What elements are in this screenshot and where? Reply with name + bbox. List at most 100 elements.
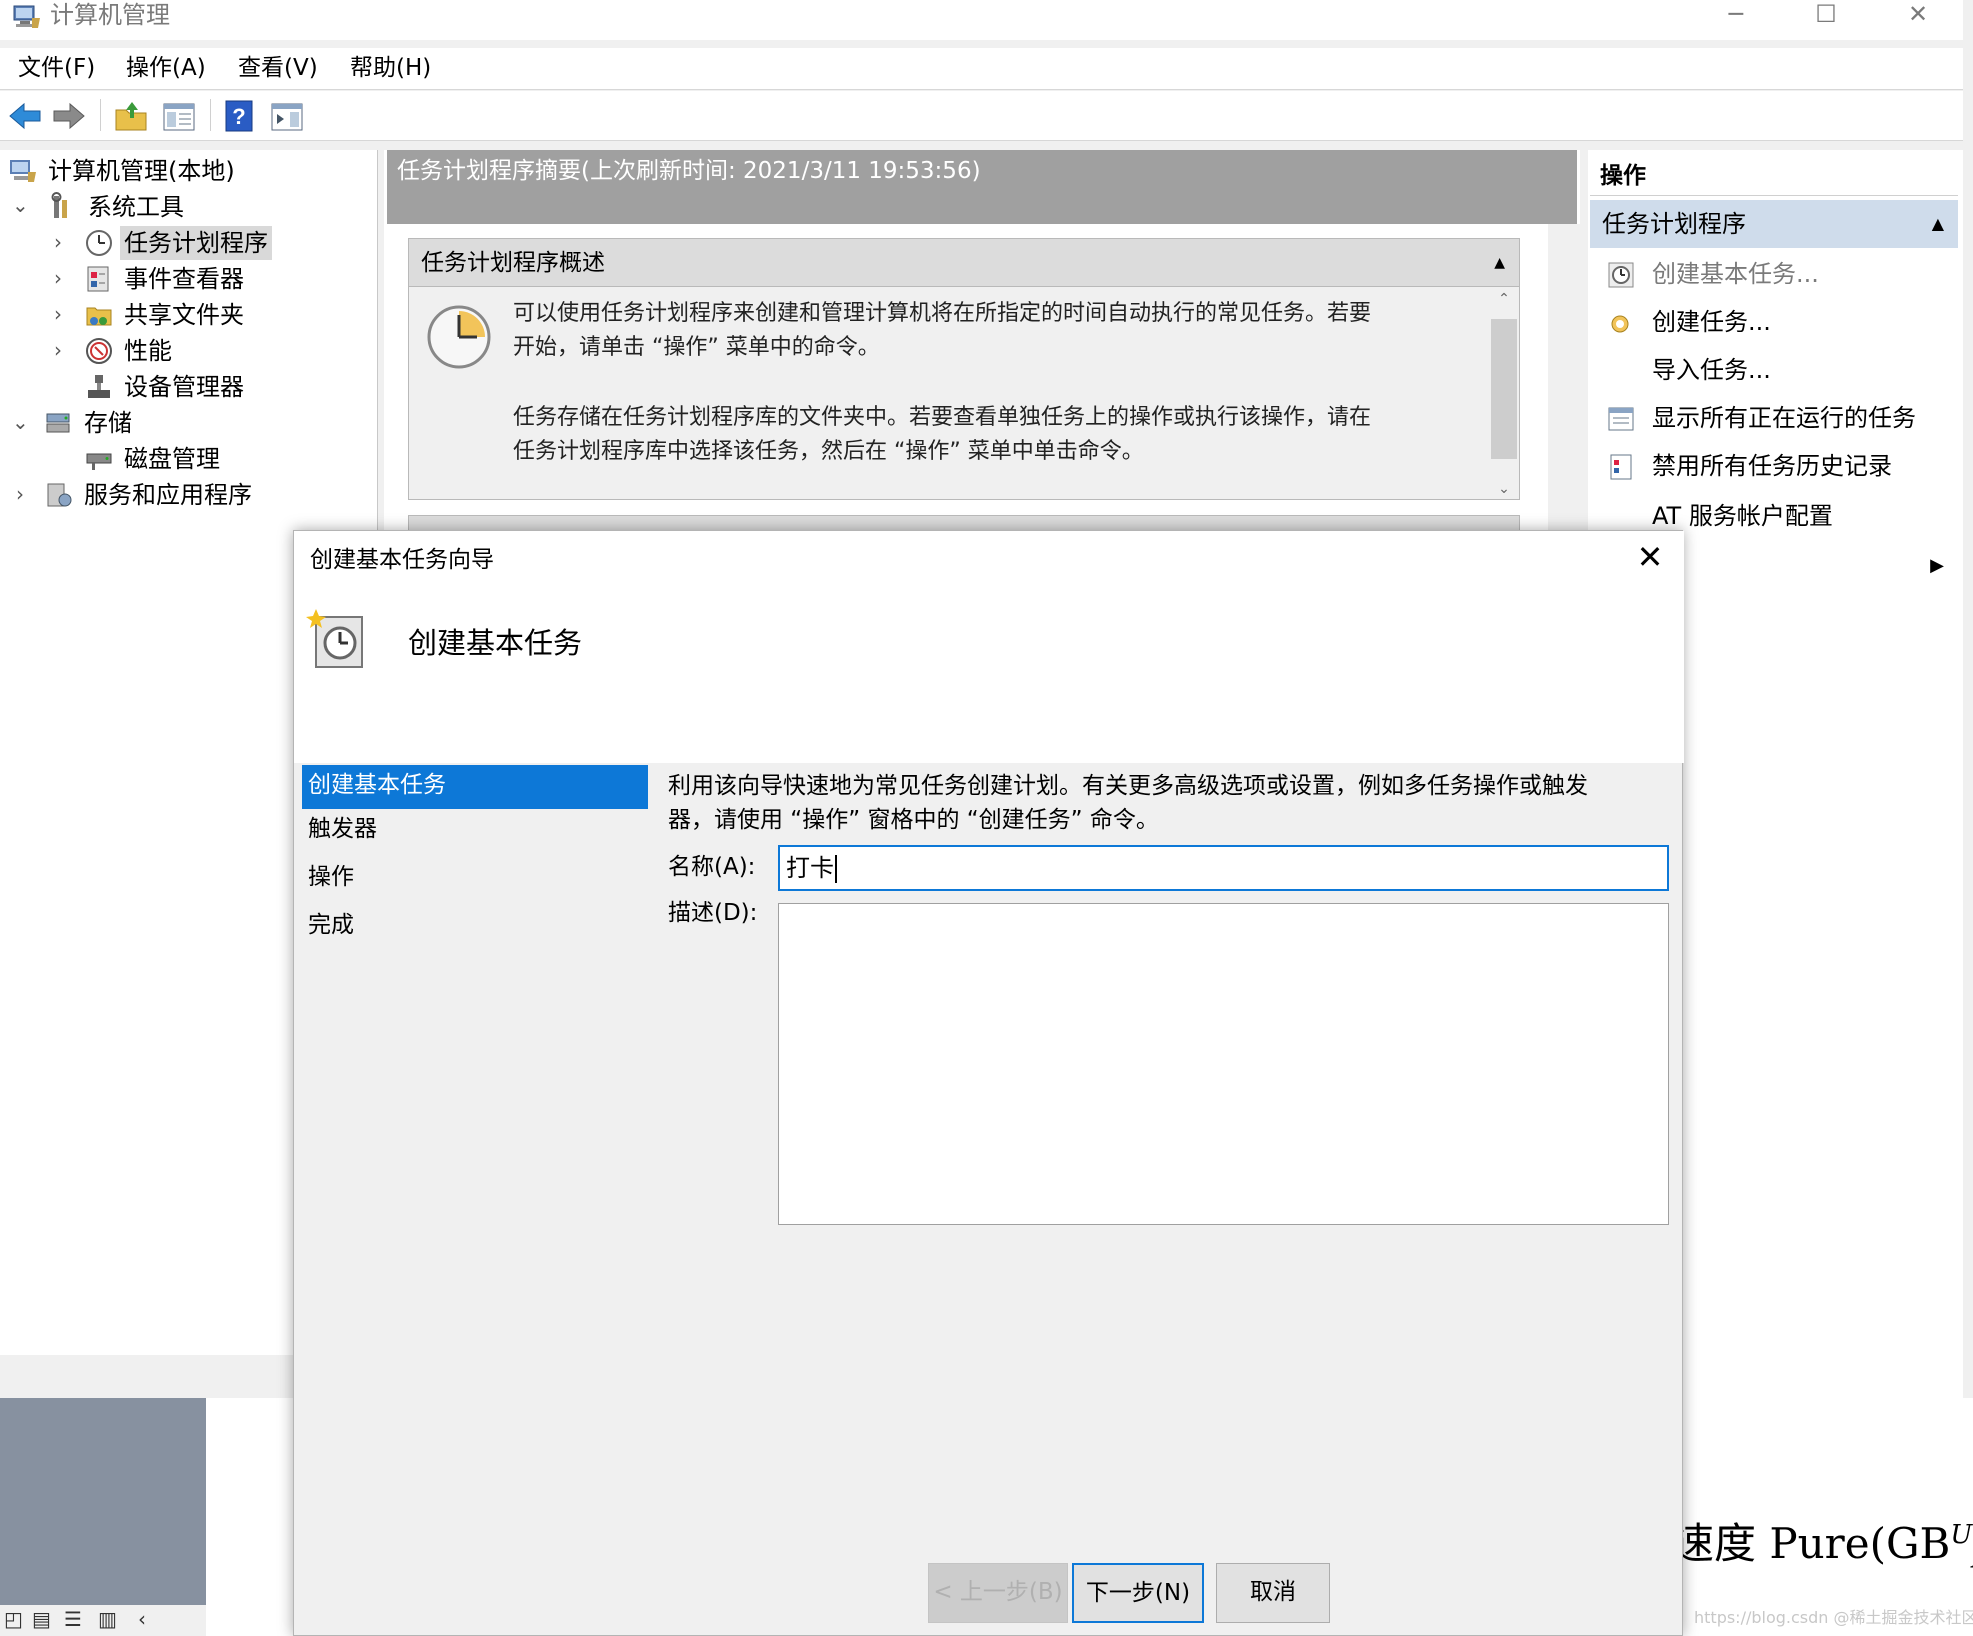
wizard-description-line: 利用该向导快速地为常见任务创建计划。有关更多高级选项或设置，例如多任务操作或触发 bbox=[668, 773, 1588, 799]
overview-section-header[interactable]: 任务计划程序概述 ▲ bbox=[409, 239, 1519, 287]
action-create-task[interactable]: 创建任务... bbox=[1594, 298, 1952, 346]
text-cursor bbox=[835, 855, 837, 883]
maximize-button[interactable]: ☐ bbox=[1780, 0, 1872, 32]
name-label: 名称(A): bbox=[668, 854, 756, 880]
create-task-icon bbox=[1611, 315, 1629, 333]
menu-file[interactable]: 文件(F) bbox=[18, 48, 95, 88]
background-view-icons: ◰ ▤ ☰ ▥ ‹ bbox=[0, 1605, 206, 1636]
tree-item-label: 计算机管理(本地) bbox=[48, 157, 235, 185]
tree-item-label: 存储 bbox=[84, 409, 132, 437]
disk-management-icon bbox=[86, 453, 112, 470]
back-button[interactable]: < 上一步(B) bbox=[928, 1563, 1068, 1623]
view-icon[interactable]: ☰ bbox=[64, 1607, 82, 1631]
overview-scrollbar[interactable]: ⌃ ⌄ bbox=[1489, 289, 1519, 499]
formula-text: 速度 Pure(GB bbox=[1672, 1519, 1951, 1568]
overview-text-line: 可以使用任务计划程序来创建和管理计算机将在所指定的时间自动执行的常见任务。若要 bbox=[513, 301, 1372, 326]
wizard-description-line: 器，请使用 “操作” 窗格中的 “创建任务” 命令。 bbox=[668, 807, 1159, 833]
summary-header: 任务计划程序摘要(上次刷新时间: 2021/3/11 19:53:56) bbox=[387, 150, 1577, 224]
computer-management-icon bbox=[13, 5, 40, 28]
title-bar: 计算机管理 ─ ☐ ✕ bbox=[0, 0, 1963, 40]
show-hide-tree-icon[interactable] bbox=[160, 98, 198, 134]
up-folder-icon[interactable] bbox=[112, 98, 150, 134]
description-input[interactable] bbox=[778, 903, 1669, 1225]
menu-view[interactable]: 查看(V) bbox=[238, 48, 318, 88]
expand-chevron-icon[interactable]: › bbox=[54, 297, 62, 331]
wizard-header: 创建基本任务向导 ✕ 创建基本任务 bbox=[294, 531, 1684, 763]
name-input[interactable]: 打卡 bbox=[778, 845, 1669, 891]
wizard-step-action[interactable]: 操作 bbox=[302, 857, 648, 901]
view-icon[interactable]: ▤ bbox=[32, 1607, 51, 1631]
forward-arrow-icon[interactable] bbox=[50, 98, 88, 134]
menu-action[interactable]: 操作(A) bbox=[126, 48, 206, 88]
running-tasks-icon bbox=[1608, 407, 1634, 431]
collapse-chevron-icon[interactable]: ⌄ bbox=[12, 405, 29, 439]
cancel-button[interactable]: 取消 bbox=[1216, 1563, 1330, 1623]
help-icon[interactable]: ? bbox=[220, 98, 258, 134]
show-hide-action-pane-icon[interactable] bbox=[268, 98, 306, 134]
tree-item-label: 任务计划程序 bbox=[120, 226, 272, 260]
overview-section: 任务计划程序概述 ▲ 可以使用任务计划程序来创建和管理计算机将在所指定的时间自动… bbox=[408, 238, 1520, 500]
view-icon[interactable]: ▥ bbox=[98, 1607, 117, 1631]
expand-chevron-icon[interactable]: › bbox=[54, 261, 62, 295]
overview-title: 任务计划程序概述 bbox=[421, 250, 605, 276]
tree-item-label: 系统工具 bbox=[88, 193, 184, 221]
window-title: 计算机管理 bbox=[50, 1, 170, 29]
wizard-heading: 创建基本任务 bbox=[408, 626, 583, 660]
tree-item-label: 磁盘管理 bbox=[124, 445, 220, 473]
wizard-title: 创建基本任务向导 bbox=[310, 547, 494, 573]
shared-folder-icon bbox=[86, 307, 112, 326]
wizard-step-trigger[interactable]: 触发器 bbox=[302, 809, 648, 853]
action-label: 禁用所有任务历史记录 bbox=[1652, 452, 1892, 480]
next-button[interactable]: 下一步(N) > bbox=[1072, 1563, 1204, 1623]
action-group-task-scheduler[interactable]: 任务计划程序 ▲ bbox=[1590, 200, 1958, 248]
description-label: 描述(D): bbox=[668, 900, 758, 926]
actions-title: 操作 bbox=[1590, 154, 1958, 196]
background-formula: 速度 Pure(GBUAT) bbox=[1672, 1510, 1973, 1574]
expand-chevron-icon[interactable]: › bbox=[54, 225, 62, 259]
wizard-step-create-basic-task[interactable]: 创建基本任务 bbox=[302, 765, 648, 809]
minimize-button[interactable]: ─ bbox=[1690, 0, 1782, 32]
scroll-up-icon[interactable]: ⌃ bbox=[1489, 291, 1519, 307]
action-show-running-tasks[interactable]: 显示所有正在运行的任务 bbox=[1594, 394, 1952, 442]
system-tools-icon bbox=[51, 192, 67, 218]
action-label: 显示所有正在运行的任务 bbox=[1652, 404, 1916, 432]
action-create-basic-task[interactable]: 创建基本任务... bbox=[1594, 250, 1952, 298]
collapse-triangle-icon[interactable]: ▲ bbox=[1932, 200, 1944, 248]
clock-icon bbox=[86, 230, 112, 256]
action-group-label: 任务计划程序 bbox=[1602, 210, 1746, 238]
scroll-down-icon[interactable]: ⌄ bbox=[1489, 481, 1519, 497]
wizard-step-finish[interactable]: 完成 bbox=[302, 905, 648, 949]
background-panel bbox=[0, 1398, 206, 1606]
formula-superscript: U bbox=[1950, 1520, 1973, 1550]
overview-text-line: 开始，请单击 “操作” 菜单中的命令。 bbox=[513, 335, 880, 360]
action-disable-history[interactable]: 禁用所有任务历史记录 bbox=[1594, 442, 1952, 490]
tree-item-label: 共享文件夹 bbox=[124, 301, 244, 329]
menu-bar: 文件(F) 操作(A) 查看(V) 帮助(H) bbox=[0, 48, 1963, 90]
close-button[interactable]: ✕ bbox=[1872, 0, 1964, 32]
toolbar-separator bbox=[210, 99, 211, 131]
clock-icon bbox=[427, 305, 491, 369]
watermark: https://blog.csdn @稀土掘金技术社区 bbox=[1694, 1608, 1973, 1627]
tree-item-label: 服务和应用程序 bbox=[84, 481, 252, 509]
computer-management-icon bbox=[10, 160, 36, 182]
wizard-close-button[interactable]: ✕ bbox=[1630, 537, 1670, 577]
collapse-chevron-icon[interactable]: ⌄ bbox=[12, 188, 29, 222]
collapse-arrow-icon[interactable]: ‹ bbox=[138, 1607, 146, 1631]
view-icon[interactable]: ◰ bbox=[4, 1607, 23, 1631]
overview-body: 可以使用任务计划程序来创建和管理计算机将在所指定的时间自动执行的常见任务。若要 … bbox=[409, 289, 1481, 499]
storage-icon bbox=[46, 413, 70, 433]
back-arrow-icon[interactable] bbox=[6, 98, 44, 134]
collapse-caret-icon[interactable]: ▲ bbox=[1494, 239, 1505, 287]
performance-icon bbox=[86, 338, 112, 364]
device-manager-icon bbox=[88, 375, 110, 398]
scrollbar-thumb[interactable] bbox=[1491, 319, 1517, 459]
action-label: 创建任务... bbox=[1652, 308, 1771, 336]
overview-text-line: 任务计划程序库中选择该任务，然后在 “操作” 菜单中单击命令。 bbox=[513, 439, 1144, 464]
expand-chevron-icon[interactable]: › bbox=[54, 333, 62, 367]
action-label: 导入任务... bbox=[1652, 356, 1771, 384]
toolbar-separator bbox=[100, 99, 101, 131]
expand-chevron-icon[interactable]: › bbox=[16, 477, 24, 511]
menu-help[interactable]: 帮助(H) bbox=[350, 48, 431, 88]
services-icon bbox=[47, 483, 72, 507]
action-import-task[interactable]: 导入任务... bbox=[1594, 346, 1952, 394]
